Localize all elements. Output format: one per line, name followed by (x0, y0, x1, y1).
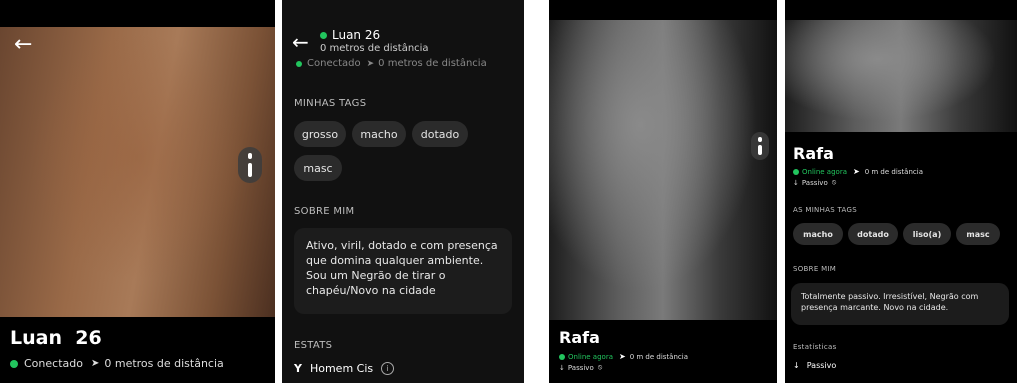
distance-text: 0 m de distância (864, 167, 923, 176)
online-dot (320, 31, 327, 39)
tag-chip[interactable]: masc (956, 223, 1000, 245)
profile-name: Rafa (559, 328, 600, 347)
profile-screen-rafa: Rafa Online agora ➤ 0 m de distância ↓ P… (549, 0, 777, 383)
back-arrow-icon[interactable]: ← (14, 32, 32, 57)
arrow-down-icon: ↓ (559, 363, 565, 372)
location-arrow-icon: ➤ (366, 58, 375, 69)
profile-age: 26 (75, 327, 102, 349)
tags-section-title: MINHAS TAGS (294, 98, 367, 109)
location-arrow-icon: ➤ (619, 352, 626, 361)
no-icon: ⦸ (831, 178, 837, 186)
distance-text: 0 metros de distância (104, 357, 224, 370)
scroll-handle-icon[interactable] (751, 132, 769, 160)
tag-chip[interactable]: dotado (412, 121, 468, 147)
position-row: ↓ Passivo ⦸ (559, 363, 603, 372)
stats-section-title: Estatísticas (793, 343, 837, 351)
back-arrow-icon[interactable]: ← (292, 30, 309, 54)
status-row: Conectado ➤ 0 metros de distância (10, 357, 224, 370)
stat-position-row: ↓ Passivo (793, 361, 837, 370)
online-dot (10, 359, 18, 368)
profile-name: Rafa (793, 144, 834, 163)
stat-gender-row: Υ Homem Cis i (294, 362, 395, 375)
tags-section-title: AS MINHAS TAGS (793, 206, 857, 214)
header-title: Luan 26 (320, 28, 380, 42)
gender-icon: Υ (294, 362, 302, 375)
distance-text: 0 m de distância (629, 352, 688, 361)
tag-chip[interactable]: liso(a) (903, 223, 951, 245)
about-text: Totalmente passivo. Irresistível, Negrão… (801, 292, 979, 312)
status-text: Online agora (802, 167, 847, 176)
tag-chip[interactable]: masc (294, 155, 342, 181)
about-text: Ativo, viril, dotado e com presença que … (306, 239, 498, 297)
online-dot (559, 353, 565, 360)
status-text: Conectado (24, 357, 83, 370)
tag-chip[interactable]: macho (352, 121, 406, 147)
tag-chip[interactable]: macho (793, 223, 843, 245)
profile-photo[interactable] (0, 27, 275, 317)
status-row: Online agora ➤ 0 m de distância (793, 167, 923, 176)
profile-details-rafa: Rafa Online agora ➤ 0 m de distância ↓ P… (785, 0, 1017, 383)
location-arrow-icon: ➤ (853, 167, 860, 176)
profile-screen-luan: ← Luan 26 Conectado ➤ 0 metros de distân… (0, 0, 275, 383)
profile-photo[interactable] (785, 20, 1017, 132)
info-icon[interactable]: i (381, 362, 395, 375)
about-section-title: SOBRE MIM (793, 265, 837, 273)
no-icon: ⦸ (597, 363, 603, 371)
about-card: Totalmente passivo. Irresistível, Negrão… (791, 283, 1009, 325)
profile-name: Luan 26 (10, 327, 102, 349)
stats-section-title: ESTATS (294, 340, 333, 351)
header-status-row: Conectado ➤ 0 metros de distância (296, 58, 487, 69)
online-dot (793, 168, 799, 175)
online-dot (296, 60, 302, 67)
tag-chip[interactable]: dotado (848, 223, 898, 245)
position-row: ↓ Passivo ⦸ (793, 178, 837, 187)
header-distance: 0 metros de distância (320, 43, 429, 54)
about-card: Ativo, viril, dotado e com presença que … (294, 228, 512, 314)
arrow-down-icon: ↓ (793, 361, 800, 370)
status-row: Online agora ➤ 0 m de distância (559, 352, 688, 361)
status-text: Online agora (568, 352, 613, 361)
profile-details-luan: ← Luan 26 0 metros de distância Conectad… (282, 0, 524, 383)
profile-photo[interactable] (549, 20, 777, 320)
scroll-handle-icon[interactable] (238, 147, 262, 183)
tag-chip[interactable]: grosso (294, 121, 346, 147)
arrow-down-icon: ↓ (793, 178, 799, 187)
location-arrow-icon: ➤ (90, 358, 100, 369)
about-section-title: SOBRE MIM (294, 206, 355, 217)
